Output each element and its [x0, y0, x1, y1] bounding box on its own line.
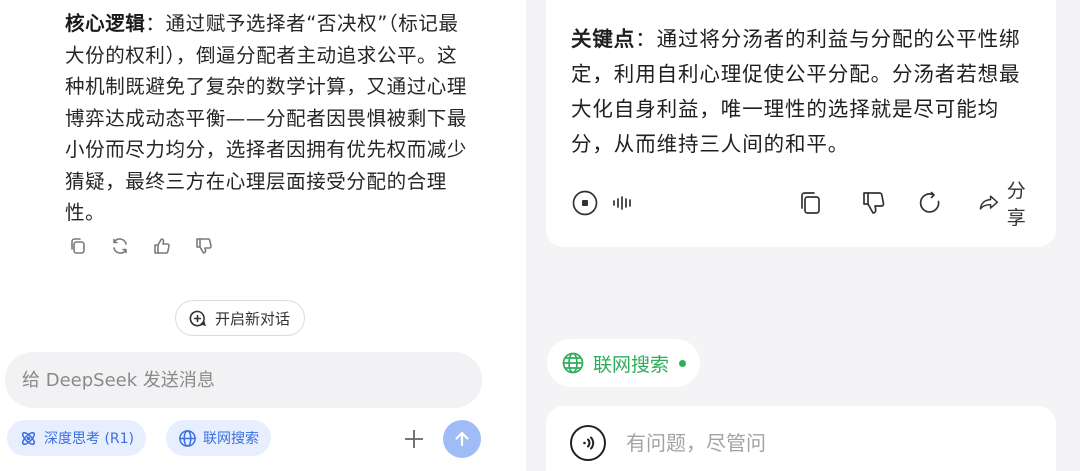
thumbs-down-icon: [196, 238, 212, 254]
thumbs-down-icon: [863, 192, 885, 214]
web-search-toggle[interactable]: 联网搜索: [166, 420, 271, 456]
message-input[interactable]: [5, 352, 482, 408]
message-input[interactable]: [626, 426, 1026, 460]
plus-icon: [405, 430, 423, 448]
share-button[interactable]: 分享: [977, 180, 1039, 229]
copy-button[interactable]: [66, 234, 90, 258]
regenerate-button[interactable]: [108, 234, 132, 258]
composer: [546, 406, 1056, 471]
globe-icon: [179, 429, 196, 447]
message-bold-heading: 核心逻辑: [65, 12, 146, 35]
assistant-message: 关键点：通过将分汤者的利益与分配的公平性绑定，利用自利心理促使公平分配。分汤者若…: [571, 22, 1041, 162]
globe-icon: [562, 352, 584, 374]
message-actions: [66, 234, 216, 258]
deepseek-chat-panel: 核心逻辑：通过赋予选择者“否决权”（标记最大份的权利），倒逼分配者主动追求公平。…: [0, 0, 496, 471]
dislike-button[interactable]: [192, 234, 216, 258]
regenerate-icon: [113, 238, 127, 254]
screenshot-composite: 核心逻辑：通过赋予选择者“否决权”（标记最大份的权利），倒逼分配者主动追求公平。…: [0, 0, 1080, 471]
assistant-message: 核心逻辑：通过赋予选择者“否决权”（标记最大份的权利），倒逼分配者主动追求公平。…: [65, 8, 475, 229]
waveform-icon: [613, 196, 631, 210]
voice-icon: [583, 436, 595, 450]
like-button[interactable]: [150, 234, 174, 258]
panel-divider: [496, 0, 526, 471]
copy-icon: [71, 238, 85, 254]
share-label: 分享: [1006, 180, 1026, 229]
waveform-button[interactable]: [609, 187, 637, 219]
message-body: ：通过将分汤者的利益与分配的公平性绑定，利用自利心理促使公平分配。分汤者若想最大…: [571, 27, 1021, 156]
copy-button[interactable]: [797, 187, 825, 219]
voice-input-button[interactable]: [570, 425, 606, 461]
message-bold-heading: 关键点: [571, 27, 636, 51]
attach-button[interactable]: [399, 424, 429, 454]
active-dot: [679, 359, 687, 367]
web-search-chip[interactable]: 联网搜索: [547, 339, 701, 387]
play-audio-button[interactable]: [571, 187, 599, 219]
chat-panel-right: 关键点：通过将分汤者的利益与分配的公平性绑定，利用自利心理促使公平分配。分汤者若…: [526, 0, 1080, 471]
send-button[interactable]: [443, 420, 481, 458]
web-search-label: 联网搜索: [203, 431, 259, 447]
arrow-up-icon: [455, 431, 469, 447]
regenerate-button[interactable]: [916, 187, 944, 219]
assistant-message-card: 关键点：通过将分汤者的利益与分配的公平性绑定，利用自利心理促使公平分配。分汤者若…: [546, 0, 1056, 247]
deep-think-toggle[interactable]: 深度思考 (R1): [7, 420, 147, 456]
copy-icon: [801, 192, 820, 214]
deep-think-label: 深度思考 (R1): [44, 431, 135, 447]
thumbs-up-icon: [154, 238, 170, 254]
new-chat-label: 开启新对话: [215, 309, 291, 328]
web-search-label: 联网搜索: [593, 353, 670, 376]
share-icon: [979, 195, 999, 210]
new-chat-button[interactable]: 开启新对话: [175, 300, 306, 336]
new-chat-icon: [189, 310, 206, 326]
message-body: ：通过赋予选择者“否决权”（标记最大份的权利），倒逼分配者主动追求公平。这种机制…: [65, 12, 468, 224]
atom-icon: [21, 431, 36, 445]
message-actions: 分享: [571, 180, 1039, 229]
play-icon: [572, 190, 598, 216]
regenerate-icon: [919, 191, 940, 213]
dislike-button[interactable]: [860, 187, 888, 219]
